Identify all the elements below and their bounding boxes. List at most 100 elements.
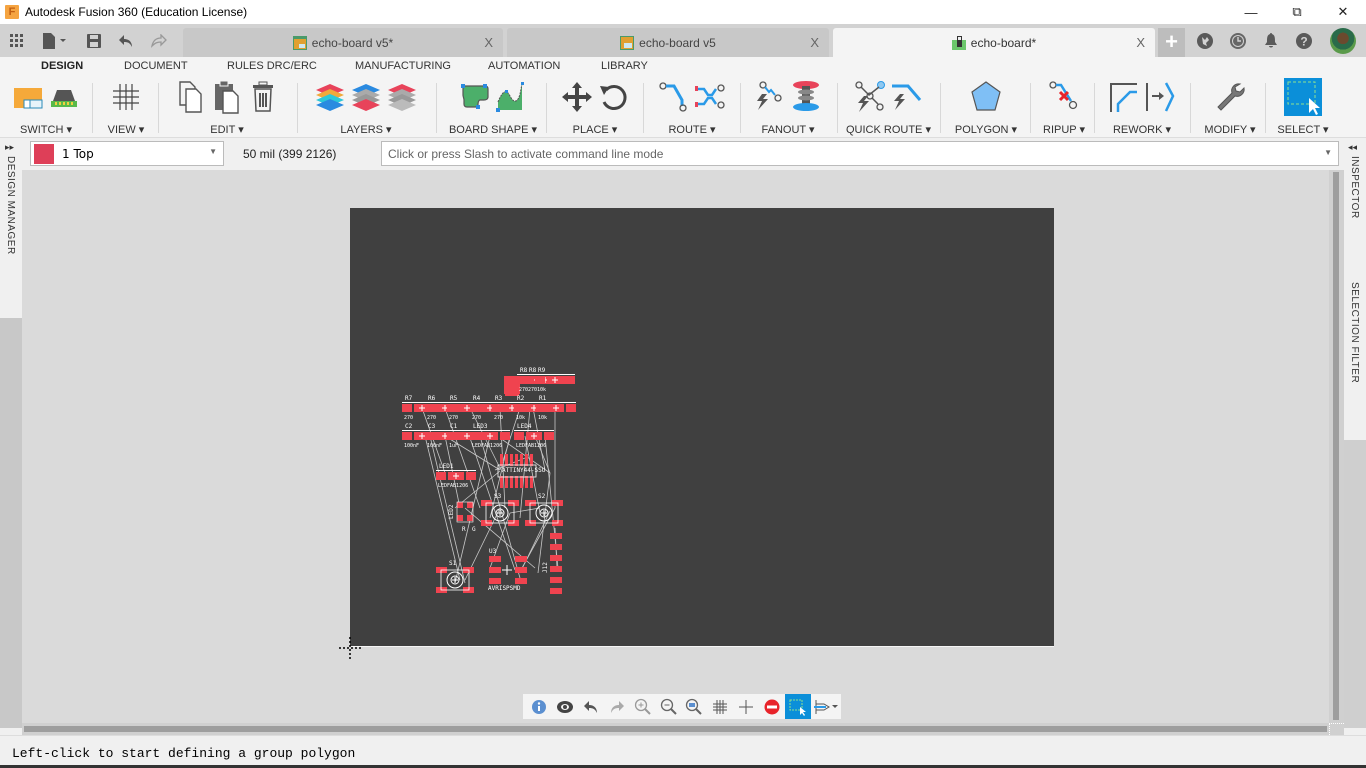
modify-group[interactable]: MODIFY ▾ [1200,79,1260,136]
via-stack-icon[interactable] [790,80,822,114]
rework-group[interactable]: REWORK ▾ [1100,79,1184,136]
edit-group[interactable]: EDIT ▾ [164,79,290,136]
tab-document[interactable]: DOCUMENT [124,60,188,72]
paste-icon[interactable] [211,80,243,114]
undo-icon[interactable] [118,30,134,52]
info-icon[interactable] [526,694,552,719]
tab-library[interactable]: LIBRARY [601,60,648,72]
edit-label[interactable]: EDIT ▾ [164,123,290,136]
tab-automation[interactable]: AUTOMATION [488,60,560,72]
expand-panel-icon[interactable]: ◂◂ [1348,142,1357,153]
switch-group[interactable]: SWITCH ▾ [4,79,88,136]
file-menu-button[interactable] [40,30,70,52]
pcb-layout[interactable]: R8 270 R8 270 R9 10k R7 270 R6 270 R5 270 R4 270 R3 270… [350,208,1054,647]
minimize-button[interactable]: — [1228,0,1274,24]
modify-label[interactable]: MODIFY ▾ [1200,123,1260,136]
zoom-fit-icon[interactable] [682,694,708,719]
polygon-icon[interactable] [970,80,1002,114]
wrench-icon[interactable] [1214,80,1246,114]
restore-button[interactable]: ⧉ [1274,0,1320,24]
right-side-panel[interactable]: ◂◂ INSPECTOR SELECTION FILTER [1344,138,1366,440]
layer-top-icon[interactable] [386,80,418,114]
document-tab-active[interactable]: echo-board* X [833,28,1155,57]
layers-label[interactable]: LAYERS ▾ [302,123,430,136]
switch-label[interactable]: SWITCH ▾ [4,123,88,136]
layer-settings-icon[interactable] [314,80,346,114]
inspector-label[interactable]: INSPECTOR [1349,156,1360,219]
redo-icon[interactable] [604,694,630,719]
quick-route-label[interactable]: QUICK ROUTE ▾ [846,123,931,136]
select-group[interactable]: SELECT ▾ [1272,78,1334,136]
select-icon[interactable] [785,694,812,719]
document-tab[interactable]: echo-board v5 X [507,28,829,57]
board-shape-group[interactable]: BOARD SHAPE ▾ [440,79,546,136]
tab-design[interactable]: DESIGN [41,60,83,72]
rotate-icon[interactable] [597,80,629,114]
horizontal-scrollbar-thumb[interactable] [24,726,1327,732]
polygon-label[interactable]: POLYGON ▾ [948,123,1024,136]
place-group[interactable]: PLACE ▾ [552,79,638,136]
routing-icon[interactable] [811,694,841,719]
fanout-label[interactable]: FANOUT ▾ [746,123,830,136]
zoom-out-icon[interactable] [656,694,682,719]
polygon-group[interactable]: POLYGON ▾ [948,79,1024,136]
visibility-icon[interactable] [552,694,578,719]
grid-icon[interactable] [707,694,733,719]
fanout-icon[interactable] [754,80,786,114]
fanout-group[interactable]: FANOUT ▾ [746,79,830,136]
extensions-icon[interactable] [1196,32,1214,50]
copy-icon[interactable] [175,80,207,114]
tab-manufacturing[interactable]: MANUFACTURING [355,60,451,72]
differential-pair-icon[interactable] [694,80,726,114]
command-line-input[interactable]: Click or press Slash to activate command… [381,141,1339,166]
route-airwire-icon[interactable] [890,80,922,114]
place-label[interactable]: PLACE ▾ [552,123,638,136]
layers-group[interactable]: LAYERS ▾ [302,79,430,136]
close-button[interactable]: ✕ [1320,0,1366,24]
quick-route-icon[interactable] [854,80,886,114]
ripup-icon[interactable] [1048,80,1080,114]
quick-route-group[interactable]: QUICK ROUTE ▾ [846,79,931,136]
layer-dropdown[interactable]: 1 Top ▼ [30,141,224,166]
board-shape-label[interactable]: BOARD SHAPE ▾ [440,123,546,136]
undo-icon[interactable] [578,694,604,719]
delete-icon[interactable] [247,80,279,114]
chevron-down-icon[interactable]: ▼ [1324,148,1332,157]
design-manager-label[interactable]: DESIGN MANAGER [5,156,16,255]
tab-close-icon[interactable]: X [484,35,493,50]
route-group[interactable]: ROUTE ▾ [650,79,734,136]
design-manager-panel[interactable]: ▸▸ DESIGN MANAGER [0,138,22,318]
user-avatar[interactable] [1330,28,1356,54]
pcb-board[interactable]: R8 270 R8 270 R9 10k R7 270 R6 270 R5 270 R4 270 R3 270… [350,208,1054,647]
grid-icon[interactable] [110,80,142,114]
ripup-group[interactable]: RIPUP ▾ [1036,79,1092,136]
redo-icon[interactable] [150,30,168,52]
tab-rules-drc-erc[interactable]: RULES DRC/ERC [227,60,317,72]
board-outline-icon[interactable] [459,80,491,114]
save-icon[interactable] [86,30,102,52]
route-label[interactable]: ROUTE ▾ [650,123,734,136]
crosshair-icon[interactable] [733,694,759,719]
stop-icon[interactable] [759,694,785,719]
extend-icon[interactable] [1144,80,1176,114]
rework-label[interactable]: REWORK ▾ [1100,123,1184,136]
document-tab[interactable]: echo-board v5* X [183,28,503,57]
tab-close-icon[interactable]: X [810,35,819,50]
notifications-icon[interactable] [1262,32,1280,50]
help-icon[interactable]: ? [1295,32,1313,50]
layer-visibility-icon[interactable] [350,80,382,114]
switch-to-schematic-icon[interactable] [12,80,44,114]
app-grid-icon[interactable] [8,30,26,52]
view-group[interactable]: VIEW ▾ [96,79,156,136]
new-tab-button[interactable]: + [1158,28,1185,57]
expand-panel-icon[interactable]: ▸▸ [5,142,14,153]
view-label[interactable]: VIEW ▾ [96,123,156,136]
move-icon[interactable] [561,80,593,114]
miter-icon[interactable] [1108,80,1140,114]
group-select-icon[interactable] [1284,78,1322,116]
tab-close-icon[interactable]: X [1136,35,1145,50]
switch-to-3d-pcb-icon[interactable] [48,80,80,114]
zoom-in-icon[interactable] [630,694,656,719]
ripup-label[interactable]: RIPUP ▾ [1036,123,1092,136]
selection-filter-label[interactable]: SELECTION FILTER [1349,282,1360,383]
